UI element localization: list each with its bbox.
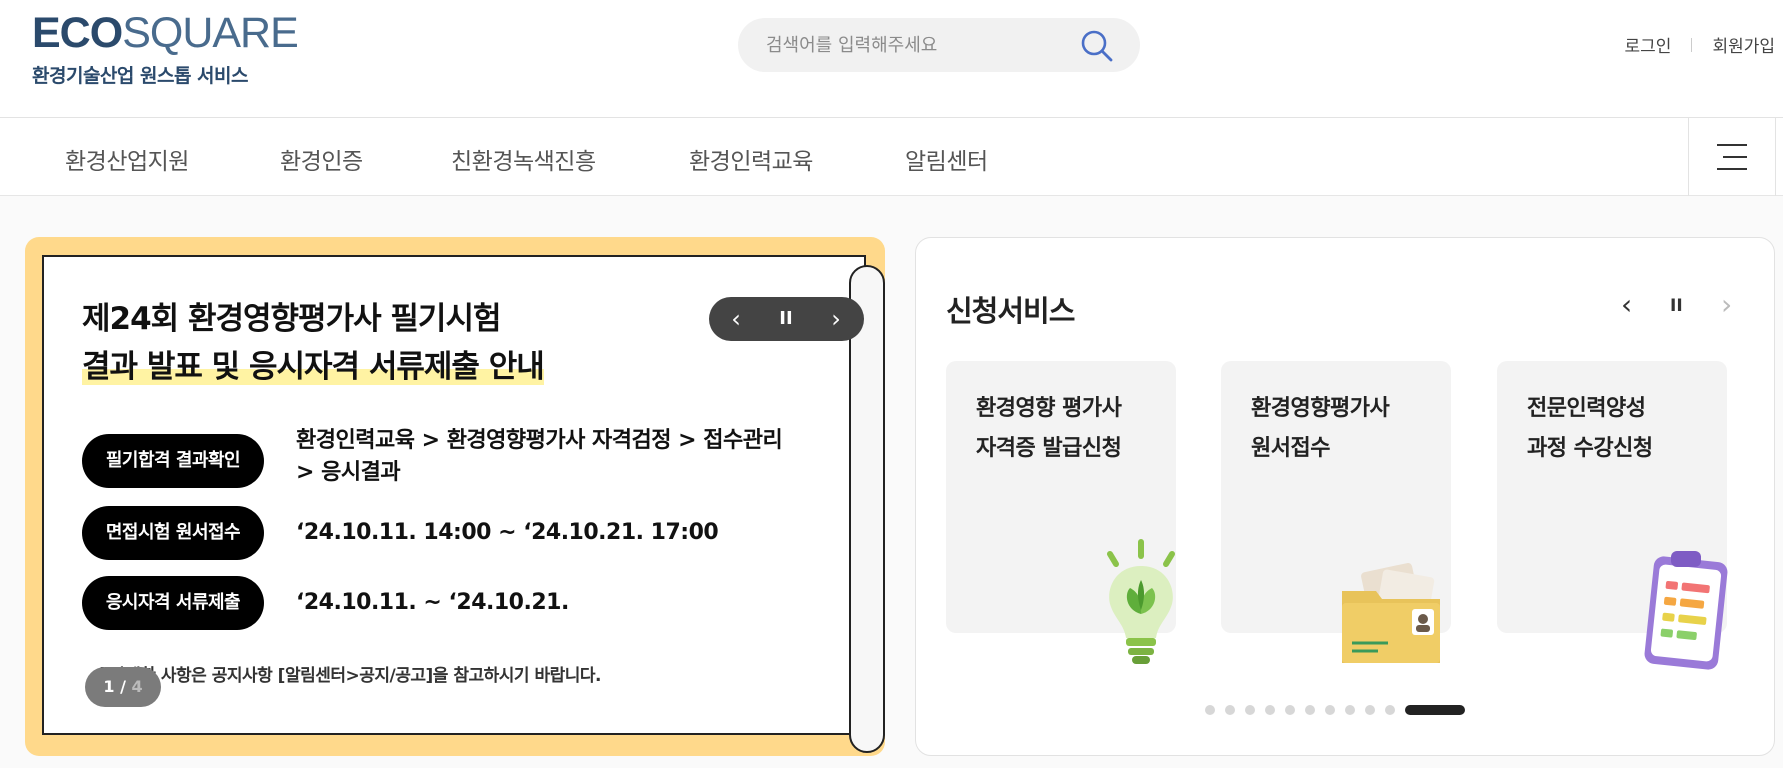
search-button[interactable]: [1080, 29, 1114, 63]
service-prev-button[interactable]: ‹: [1621, 288, 1632, 321]
badge-interview-application: 면접시험 원서접수: [82, 506, 264, 560]
counter-current: 1: [103, 677, 115, 696]
row-text-written-result: 환경인력교육 > 환경영향평가사 자격검정 > 접수관리 > 응시결과: [296, 425, 783, 489]
pause-icon: II: [779, 308, 793, 329]
nav-item-industry-support[interactable]: 환경산업지원: [65, 142, 189, 176]
service-card-line: 원서접수: [1251, 436, 1330, 461]
pause-icon: II: [1670, 296, 1683, 316]
service-pagination: [1205, 705, 1465, 715]
clipboard-icon: [1644, 551, 1728, 670]
nav-item-certification[interactable]: 환경인증: [280, 142, 363, 176]
banner-title-line2: 결과 발표 및 응시자격 서류제출 안내: [82, 349, 545, 385]
utility-links: 로그인 회원가입: [1625, 32, 1775, 57]
service-card-line: 환경영향 평가사: [976, 396, 1122, 421]
badge-written-result: 필기합격 결과확인: [82, 434, 264, 488]
row-text-document-period: ‘24.10.11. ~ ‘24.10.21.: [296, 590, 569, 615]
pagination-dot[interactable]: [1265, 705, 1275, 715]
badge-document-submission: 응시자격 서류제출: [82, 576, 264, 630]
pagination-dot[interactable]: [1345, 705, 1355, 715]
util-divider: [1691, 37, 1693, 52]
chevron-left-icon: ‹: [731, 305, 741, 333]
banner-title-line1: 제24회 환경영향평가사 필기시험: [82, 301, 501, 337]
banner-note: ※자세한 사항은 공지사항 [알림센터>공지/공고]을 참고하시기 바랍니다.: [94, 666, 602, 686]
banner-title: 제24회 환경영향평가사 필기시험 결과 발표 및 응시자격 서류제출 안내: [82, 295, 545, 391]
row-text-line: 환경인력교육 > 환경영향평가사 자격검정 > 접수관리: [296, 428, 783, 453]
main-navigation: 환경산업지원 환경인증 친환경녹색진흥 환경인력교육 알림센터: [0, 118, 1783, 196]
service-card-label: 환경영향평가사 원서접수: [1251, 389, 1390, 469]
pagination-dot[interactable]: [1245, 705, 1255, 715]
logo-wordmark: ECOSQUARE: [32, 9, 299, 57]
service-card-line: 전문인력양성: [1527, 396, 1646, 421]
logo-light: SQUARE: [122, 9, 299, 57]
service-card-label: 전문인력양성 과정 수강신청: [1527, 389, 1653, 469]
row-text-line: > 응시결과: [296, 460, 401, 485]
folder-document-icon: [1342, 563, 1440, 663]
pagination-dot[interactable]: [1385, 705, 1395, 715]
search-input[interactable]: [766, 18, 1066, 72]
nav-item-education[interactable]: 환경인력교육: [689, 142, 813, 176]
service-next-button[interactable]: ›: [1721, 288, 1732, 321]
service-card-label: 환경영향 평가사 자격증 발급신청: [976, 389, 1122, 469]
pagination-dot[interactable]: [1285, 705, 1295, 715]
pagination-dot[interactable]: [1305, 705, 1315, 715]
pagination-dot[interactable]: [1225, 705, 1235, 715]
row-text-interview-period: ‘24.10.11. 14:00 ~ ‘24.10.21. 17:00: [296, 520, 719, 545]
pagination-dot[interactable]: [1205, 705, 1215, 715]
nav-item-notice-center[interactable]: 알림센터: [905, 142, 988, 176]
service-panel: 신청서비스 ‹ II › 환경영향 평가사 자격증 발급신청 환경영향평가사 원…: [915, 237, 1775, 756]
banner-slide[interactable]: 제24회 환경영향평가사 필기시험 결과 발표 및 응시자격 서류제출 안내 필…: [42, 255, 885, 753]
service-pause-button[interactable]: II: [1670, 296, 1683, 316]
service-card-line: 과정 수강신청: [1527, 436, 1653, 461]
logo-subtitle: 환경기술산업 원스톱 서비스: [32, 65, 248, 87]
logo-bold: ECO: [32, 9, 123, 57]
pagination-dot[interactable]: [1365, 705, 1375, 715]
search-box: [738, 18, 1140, 72]
banner-pause-button[interactable]: II: [761, 297, 811, 341]
site-logo[interactable]: ECOSQUARE 환경기술산업 원스톱 서비스: [32, 9, 299, 88]
service-card-line: 자격증 발급신청: [976, 436, 1122, 461]
menu-button[interactable]: [1688, 118, 1776, 196]
lightbulb-leaf-icon: [1107, 539, 1175, 664]
banner-controls: ‹ II ›: [709, 297, 864, 341]
header: ECOSQUARE 환경기술산업 원스톱 서비스 로그인 회원가입: [0, 0, 1783, 118]
service-card-line: 환경영향평가사: [1251, 396, 1390, 421]
counter-separator: /: [114, 677, 132, 696]
chevron-right-icon: ›: [831, 305, 841, 333]
chevron-right-icon: ›: [1721, 288, 1733, 321]
pagination-dot[interactable]: [1405, 705, 1465, 715]
signup-link[interactable]: 회원가입: [1712, 32, 1775, 57]
banner-prev-button[interactable]: ‹: [711, 297, 761, 341]
counter-total: 4: [131, 677, 143, 696]
service-title: 신청서비스: [946, 294, 1075, 328]
login-link[interactable]: 로그인: [1625, 32, 1672, 57]
search-icon: [1081, 30, 1113, 62]
banner-counter: 1 / 4: [85, 667, 161, 707]
banner-next-button[interactable]: ›: [811, 297, 861, 341]
chevron-left-icon: ‹: [1621, 288, 1633, 321]
pagination-dot[interactable]: [1325, 705, 1335, 715]
nav-item-green-promotion[interactable]: 친환경녹색진흥: [451, 142, 596, 176]
